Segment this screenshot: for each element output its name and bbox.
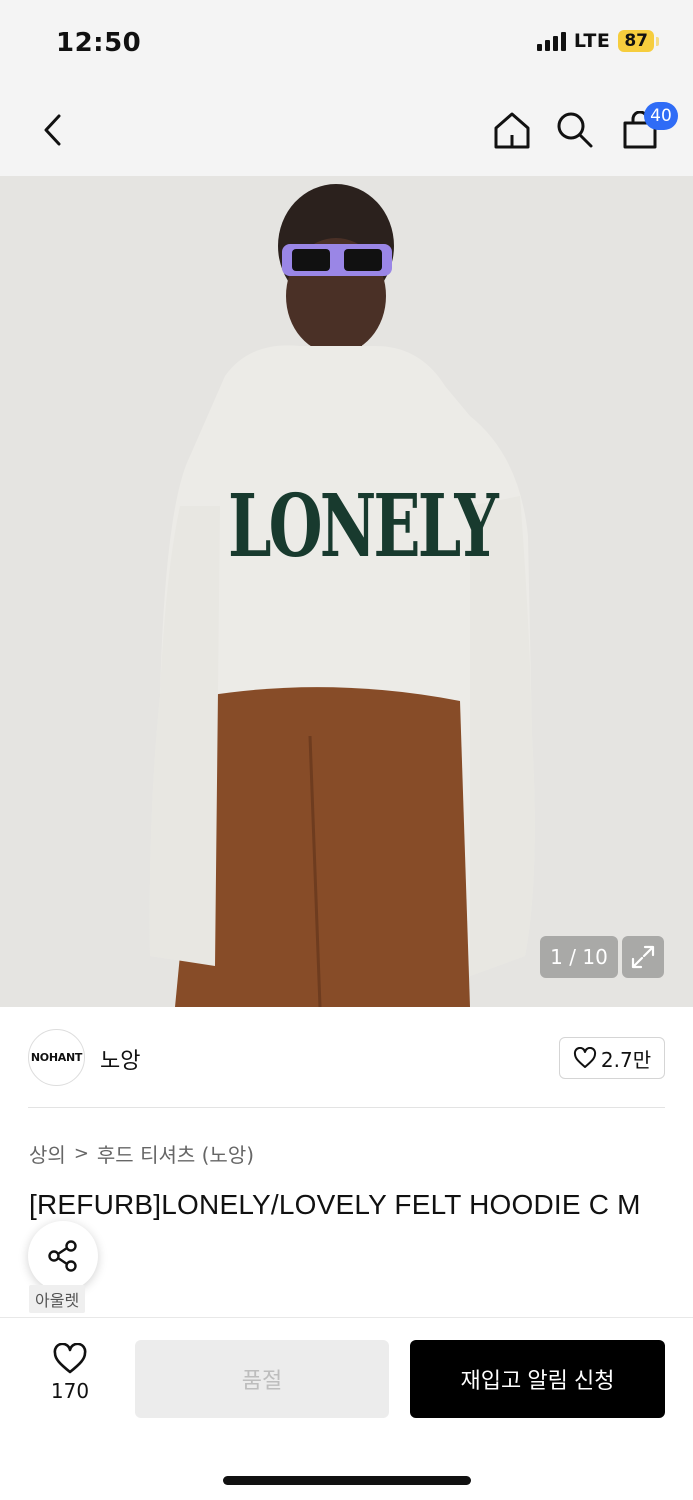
expand-icon	[631, 945, 655, 969]
cart-count-badge: 40	[644, 102, 678, 130]
home-icon	[494, 112, 530, 149]
share-icon	[48, 1240, 77, 1272]
battery-icon: 87	[618, 30, 654, 52]
breadcrumb-separator: >	[73, 1143, 89, 1164]
network-label: LTE	[573, 30, 611, 52]
wishlist-button[interactable]: 170	[38, 1343, 102, 1403]
top-nav: 40	[0, 88, 693, 176]
brand-like-button[interactable]: 2.7만	[559, 1037, 665, 1079]
breadcrumb: 상의 > 후드 티셔츠 (노앙)	[29, 1139, 254, 1168]
product-title: [REFURB]LONELY/LOVELY FELT HOODIE C M	[29, 1189, 641, 1220]
signal-icon	[536, 31, 566, 51]
expand-image-button[interactable]	[622, 936, 664, 978]
cart-button[interactable]: 40	[618, 102, 678, 152]
brand-logo[interactable]: NOHANT	[28, 1029, 85, 1086]
divider	[28, 1107, 665, 1108]
share-button[interactable]	[28, 1221, 98, 1291]
breadcrumb-level2[interactable]: 후드 티셔츠 (노앙)	[97, 1139, 254, 1168]
product-photo	[0, 176, 693, 1007]
status-bar: 12:50 LTE 87	[0, 0, 693, 88]
soldout-button: 품절	[135, 1340, 389, 1418]
chevron-left-icon	[44, 114, 61, 146]
wishlist-count: 170	[50, 1379, 90, 1403]
image-counter: 1 / 10	[540, 936, 618, 978]
search-button[interactable]	[553, 108, 597, 152]
home-indicator[interactable]	[223, 1476, 471, 1485]
battery-cap	[656, 36, 659, 46]
brand-like-count: 2.7만	[600, 1047, 652, 1072]
outlet-tag: 아울렛	[29, 1285, 86, 1313]
status-indicators: LTE 87	[536, 30, 659, 52]
search-icon	[557, 112, 593, 148]
hoodie-print: LONELY	[228, 476, 499, 577]
breadcrumb-level1[interactable]: 상의	[29, 1139, 66, 1168]
home-button[interactable]	[490, 108, 534, 152]
back-button[interactable]	[30, 108, 74, 152]
heart-icon	[53, 1343, 87, 1374]
heart-icon	[573, 1047, 596, 1068]
product-image-gallery[interactable]: LONELY	[0, 176, 693, 1007]
restock-alert-button[interactable]: 재입고 알림 신청	[410, 1340, 665, 1418]
status-time: 12:50	[56, 28, 142, 58]
brand-name[interactable]: 노앙	[100, 1043, 140, 1075]
